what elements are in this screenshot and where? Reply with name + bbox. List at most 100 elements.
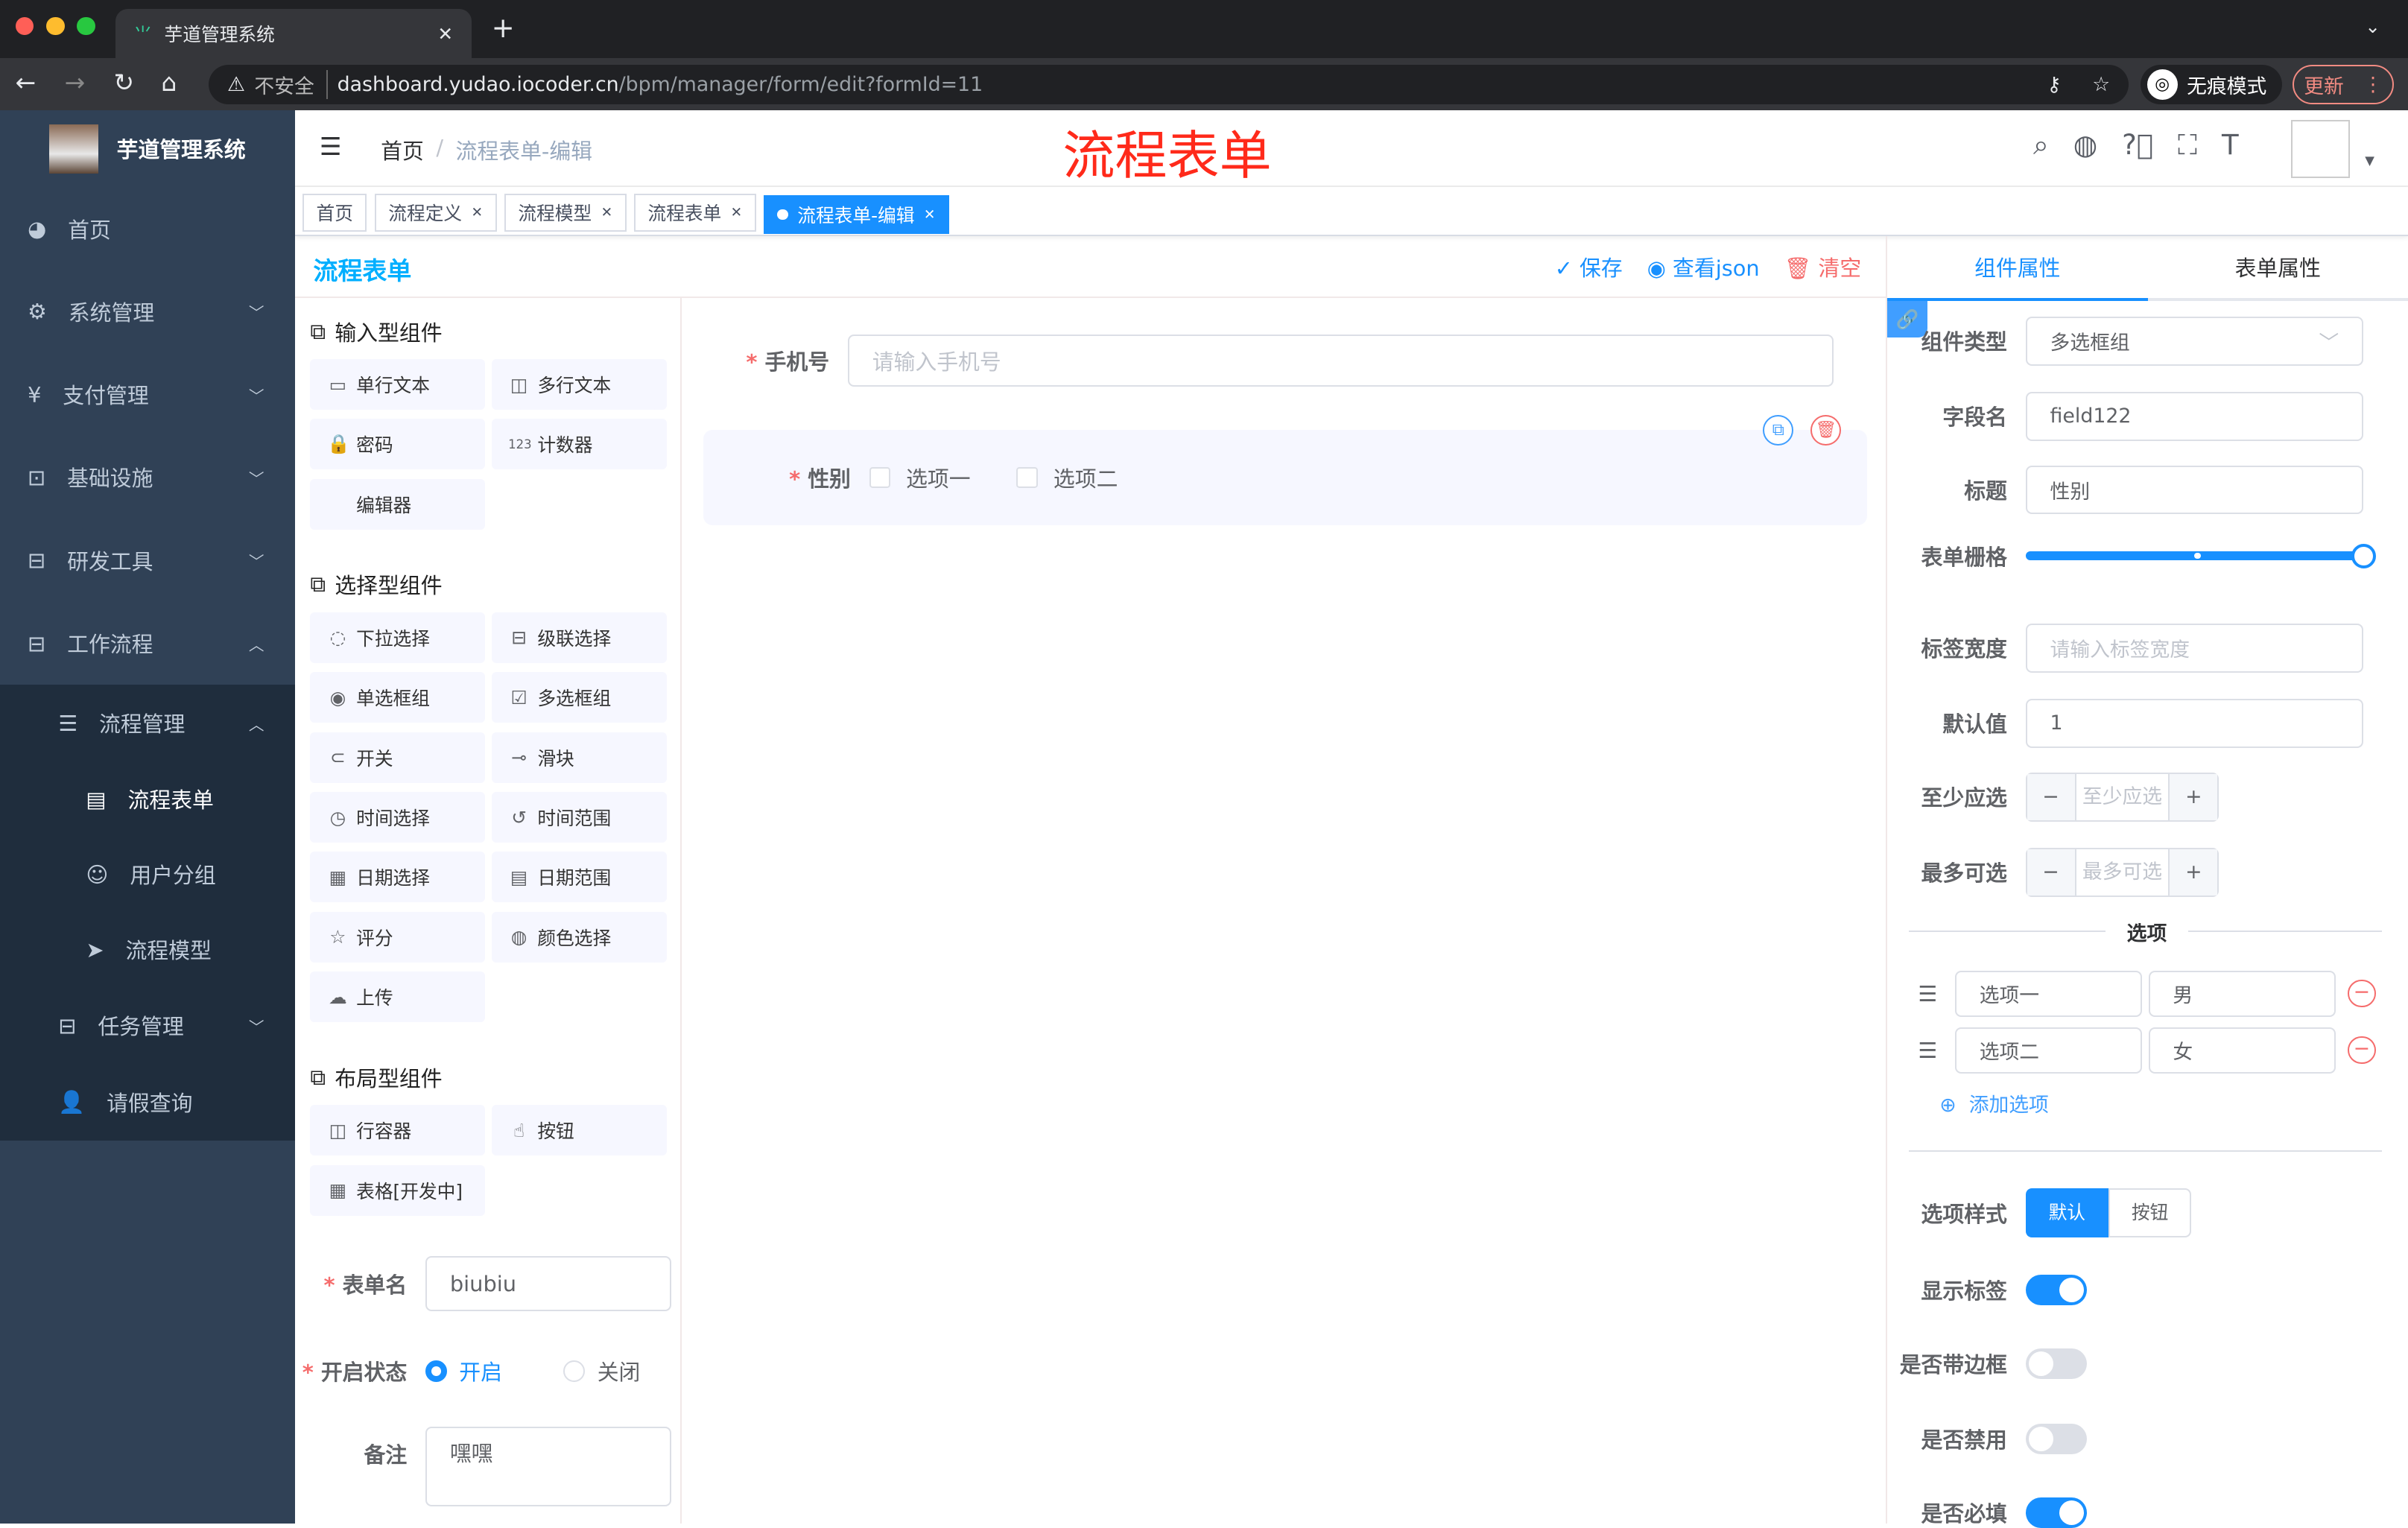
max-stepper[interactable]: − 最多可选 + bbox=[2025, 847, 2220, 897]
style-default-button[interactable]: 默认 bbox=[2025, 1188, 2108, 1238]
component-item[interactable]: ◌ 下拉选择 bbox=[310, 612, 486, 663]
sidebar-item-task-management[interactable]: ⊟ 任务管理 ﹀ bbox=[0, 987, 295, 1064]
component-item[interactable]: 🔒 密码 bbox=[310, 419, 486, 470]
forward-icon[interactable]: → bbox=[65, 68, 86, 97]
update-button[interactable]: 更新 ⋮ bbox=[2293, 64, 2395, 105]
star-icon[interactable]: ☆ bbox=[2092, 73, 2110, 96]
min-stepper[interactable]: − 至少应选 + bbox=[2025, 772, 2220, 822]
slider-handle[interactable] bbox=[2351, 543, 2376, 568]
close-tag-icon[interactable]: ✕ bbox=[601, 205, 613, 221]
minus-button[interactable]: − bbox=[2027, 773, 2076, 820]
component-item[interactable]: ⊟ 级联选择 bbox=[491, 612, 667, 663]
breadcrumb-home[interactable]: 首页 bbox=[381, 135, 424, 165]
tab-component-properties[interactable]: 组件属性 bbox=[1887, 236, 2148, 302]
remove-option-icon[interactable]: − bbox=[2348, 980, 2376, 1008]
tag-item[interactable]: 流程表单 ✕ bbox=[633, 193, 756, 232]
component-item[interactable]: ⊂ 开关 bbox=[310, 732, 486, 783]
sidebar-item[interactable]: ¥ 支付管理 ﹀ bbox=[0, 353, 295, 436]
sidebar-item[interactable]: ⊡ 基础设施 ﹀ bbox=[0, 436, 295, 519]
minimize-window-button[interactable] bbox=[45, 16, 65, 36]
component-item[interactable]: ☝ 按钮 bbox=[491, 1105, 667, 1156]
component-item[interactable]: ▦ 表格[开发中] bbox=[310, 1164, 486, 1216]
close-tag-icon[interactable]: ✕ bbox=[731, 205, 743, 221]
remark-textarea[interactable]: 嘿嘿 bbox=[425, 1426, 671, 1506]
clear-button[interactable]: 🗑 清空 bbox=[1784, 252, 1861, 282]
copy-icon[interactable]: ⧉ bbox=[1763, 414, 1794, 446]
sidebar-item[interactable]: ⊟ 研发工具 ﹀ bbox=[0, 519, 295, 602]
sidebar-item-user-group[interactable]: ☺ 用户分组 bbox=[0, 837, 295, 912]
component-item[interactable]: ⊸ 滑块 bbox=[491, 732, 667, 783]
sidebar-item[interactable]: ⚙ 系统管理 ﹀ bbox=[0, 270, 295, 353]
option-value-input[interactable]: 男 bbox=[2148, 970, 2336, 1017]
span-slider[interactable] bbox=[2025, 543, 2376, 568]
status-off-radio[interactable]: 关闭 bbox=[563, 1356, 640, 1386]
reload-icon[interactable]: ↻ bbox=[114, 68, 135, 97]
hamburger-icon[interactable]: ☰ bbox=[320, 132, 342, 161]
save-button[interactable]: ✓ 保存 bbox=[1555, 252, 1623, 282]
option-value-input[interactable]: 女 bbox=[2148, 1027, 2336, 1074]
gender-field-active[interactable]: * 性别 选项一 选项二 bbox=[703, 430, 1868, 525]
component-item[interactable]: ☁ 上传 bbox=[310, 971, 486, 1023]
remove-option-icon[interactable]: − bbox=[2348, 1036, 2376, 1065]
view-json-button[interactable]: ◉ 查看json bbox=[1647, 252, 1760, 282]
component-item[interactable]: ◍ 颜色选择 bbox=[491, 911, 667, 963]
component-item[interactable]: ↺ 时间范围 bbox=[491, 792, 667, 843]
tab-list-icon[interactable]: ⌄ bbox=[2365, 16, 2380, 37]
required-toggle[interactable] bbox=[2025, 1497, 2088, 1528]
sidebar-item-process-model[interactable]: ➤ 流程模型 bbox=[0, 912, 295, 987]
minus-button[interactable]: − bbox=[2027, 849, 2076, 895]
status-on-radio[interactable]: 开启 bbox=[425, 1356, 502, 1386]
disabled-toggle[interactable] bbox=[2025, 1423, 2088, 1454]
url-input[interactable]: ⚠ 不安全 dashboard.yudao.iocoder.cn/bpm/manag… bbox=[209, 64, 2129, 105]
sidebar-item-process-form[interactable]: ▤ 流程表单 bbox=[0, 761, 295, 837]
component-item[interactable]: 编辑器 bbox=[310, 478, 486, 530]
border-toggle[interactable] bbox=[2025, 1348, 2088, 1379]
maximize-window-button[interactable] bbox=[77, 16, 95, 36]
form-name-input[interactable]: biubiu bbox=[425, 1256, 671, 1312]
drag-handle-icon[interactable]: ☰ bbox=[1918, 981, 1948, 1006]
delete-icon[interactable]: 🗑 bbox=[1810, 414, 1842, 446]
help-icon[interactable]: ?⃝ bbox=[2122, 129, 2153, 162]
component-item[interactable]: ☆ 评分 bbox=[310, 911, 486, 963]
fullscreen-icon[interactable]: ⛶ bbox=[2178, 129, 2197, 162]
caret-down-icon[interactable]: ▼ bbox=[2365, 153, 2374, 168]
component-item[interactable]: ◫ 多行文本 bbox=[491, 359, 667, 410]
new-tab-button[interactable]: + bbox=[492, 12, 515, 44]
font-size-icon[interactable]: T bbox=[2222, 129, 2239, 162]
component-item[interactable]: ▦ 日期选择 bbox=[310, 852, 486, 903]
tab-form-properties[interactable]: 表单属性 bbox=[2148, 236, 2408, 298]
sidebar-item[interactable]: ⊟ 工作流程 ︿ bbox=[0, 602, 295, 685]
option-label-input[interactable]: 选项一 bbox=[1954, 970, 2143, 1017]
sidebar-logo[interactable]: 芋道管理系统 bbox=[0, 110, 295, 187]
component-type-select[interactable]: 多选框组 ﹀ bbox=[2025, 316, 2364, 366]
plus-button[interactable]: + bbox=[2168, 773, 2218, 820]
checkbox-option-1[interactable]: 选项一 bbox=[869, 463, 971, 493]
close-window-button[interactable] bbox=[15, 16, 34, 36]
drag-handle-icon[interactable]: ☰ bbox=[1918, 1038, 1948, 1063]
github-icon[interactable]: ◍ bbox=[2073, 129, 2097, 162]
sidebar-item-process-management[interactable]: ☰ 流程管理 ︿ bbox=[0, 685, 295, 761]
style-button-button[interactable]: 按钮 bbox=[2108, 1188, 2192, 1238]
incognito-badge[interactable]: ◎ 无痕模式 bbox=[2141, 64, 2282, 105]
component-item[interactable]: ◉ 单选框组 bbox=[310, 672, 486, 723]
tag-item[interactable]: 首页 bbox=[302, 193, 367, 232]
component-item[interactable]: 123 计数器 bbox=[491, 419, 667, 470]
component-item[interactable]: ▭ 单行文本 bbox=[310, 359, 486, 410]
phone-input[interactable]: 请输入手机号 bbox=[847, 335, 1834, 387]
key-icon[interactable]: ⚷ bbox=[2047, 73, 2062, 96]
sidebar-item-leave-query[interactable]: 👤 请假查询 bbox=[0, 1064, 295, 1141]
default-value-input[interactable]: 1 bbox=[2025, 698, 2364, 748]
close-tag-icon[interactable]: ✕ bbox=[924, 207, 936, 223]
component-item[interactable]: ☑ 多选框组 bbox=[491, 672, 667, 723]
title-input[interactable]: 性别 bbox=[2025, 465, 2364, 515]
checkbox-option-2[interactable]: 选项二 bbox=[1016, 463, 1118, 493]
tag-item[interactable]: 流程表单-编辑 ✕ bbox=[763, 195, 949, 234]
user-avatar[interactable] bbox=[2291, 119, 2350, 179]
sidebar-item[interactable]: ◕ 首页 bbox=[0, 187, 295, 270]
component-item[interactable]: ◷ 时间选择 bbox=[310, 792, 486, 843]
option-label-input[interactable]: 选项二 bbox=[1954, 1027, 2143, 1074]
browser-tab[interactable]: ⺌芋道管理系统 ✕ bbox=[115, 9, 472, 59]
label-width-input[interactable]: 请输入标签宽度 bbox=[2025, 623, 2364, 673]
phone-field[interactable]: * 手机号 请输入手机号 bbox=[682, 335, 1886, 387]
home-icon[interactable]: ⌂ bbox=[161, 68, 177, 97]
